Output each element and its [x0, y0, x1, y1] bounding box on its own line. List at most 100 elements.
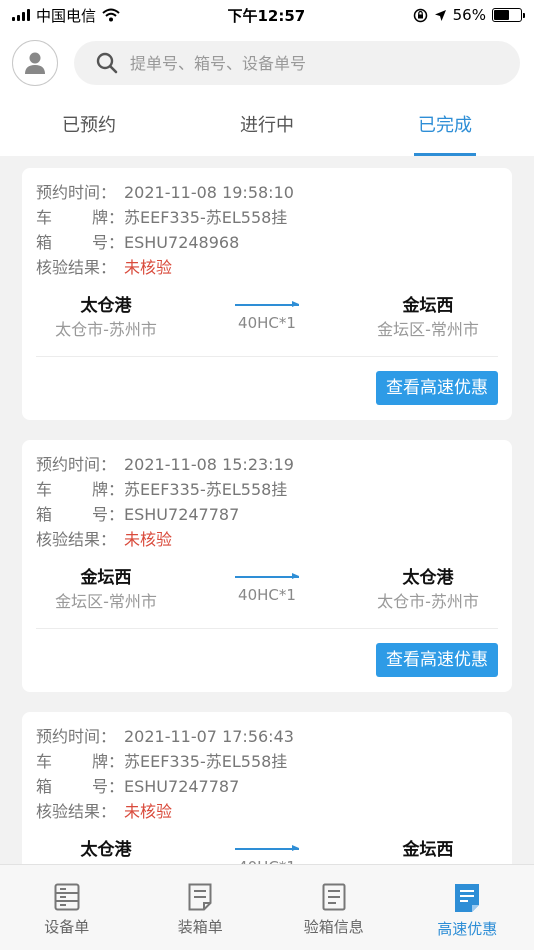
result-row: 核验结果： 未核验: [36, 527, 498, 552]
origin: 太仓港 太仓市-苏州市: [36, 838, 176, 864]
origin-city: 金坛区-常州市: [55, 592, 157, 611]
destination-city: 金坛区-常州市: [377, 320, 479, 339]
view-highway-discount-button[interactable]: 查看高速优惠: [376, 371, 498, 405]
tab-reserved[interactable]: 已预约: [0, 96, 178, 156]
avatar[interactable]: [12, 40, 58, 86]
nav-highway-discount[interactable]: 高速优惠: [401, 865, 534, 950]
plate-row: 车 牌： 苏EEF335-苏EL558挂: [36, 477, 498, 502]
result-status: 未核验: [124, 258, 173, 277]
origin: 太仓港 太仓市-苏州市: [36, 294, 176, 342]
destination: 太仓港 太仓市-苏州市: [358, 566, 498, 614]
nav-label: 装箱单: [177, 918, 223, 936]
plate-number: 苏EEF335-苏EL558挂: [124, 480, 288, 499]
button-row: 查看高速优惠: [36, 643, 498, 677]
nav-packing-list[interactable]: 装箱单: [134, 865, 268, 950]
box-label: 箱 号：: [36, 774, 124, 799]
reservation-time-label: 预约时间：: [36, 727, 117, 746]
search-input[interactable]: [130, 53, 490, 73]
nav-label: 设备单: [44, 918, 90, 936]
origin-name: 金坛西: [80, 568, 132, 588]
box-label: 箱 号：: [36, 230, 124, 255]
origin: 金坛西 金坛区-常州市: [36, 566, 176, 614]
header: [0, 30, 534, 96]
box-label-a: 箱: [36, 233, 53, 252]
reservation-time-row: 预约时间： 2021-11-07 17:56:43: [36, 724, 498, 749]
destination: 金坛西 金坛区-常州市: [358, 294, 498, 342]
box-label-b: 号：: [91, 233, 124, 252]
result-label: 核验结果：: [36, 802, 117, 821]
reservation-time-label: 预约时间：: [36, 455, 117, 474]
arrow-right-icon: [235, 844, 299, 852]
box-label-a: 箱: [36, 777, 53, 796]
box-label-b: 号：: [91, 777, 124, 796]
location-icon: [434, 9, 446, 21]
destination-name: 金坛西: [402, 840, 454, 860]
plate-label: 车 牌：: [36, 205, 124, 230]
destination-name: 金坛西: [402, 296, 454, 316]
result-row: 核验结果： 未核验: [36, 255, 498, 280]
destination-name: 太仓港: [402, 568, 454, 588]
plate-label: 车 牌：: [36, 477, 124, 502]
order-card[interactable]: 预约时间： 2021-11-08 15:23:19 车 牌： 苏EEF335-苏E…: [22, 440, 512, 692]
route: 太仓港 太仓市-苏州市 40HC*1 金坛西 金坛区-常州市: [36, 838, 498, 864]
view-highway-discount-button[interactable]: 查看高速优惠: [376, 643, 498, 677]
nav-label: 高速优惠: [437, 920, 498, 938]
document-icon: [455, 884, 480, 912]
tab-completed[interactable]: 已完成: [356, 96, 534, 156]
origin-name: 太仓港: [80, 296, 132, 316]
box-number: ESHU7248968: [124, 233, 240, 252]
plate-label-b: 牌：: [91, 208, 124, 227]
route-middle: 40HC*1: [176, 838, 358, 864]
route-middle: 40HC*1: [176, 566, 358, 604]
plate-label-b: 牌：: [91, 480, 124, 499]
nav-equipment-order[interactable]: 设备单: [0, 865, 134, 950]
signal-icon: [12, 9, 30, 21]
reservation-time: 2021-11-08 19:58:10: [124, 183, 294, 202]
arrow-right-icon: [235, 300, 299, 308]
document-icon: [188, 883, 212, 911]
search-bar[interactable]: [74, 41, 520, 85]
plate-label-a: 车: [36, 208, 53, 227]
box-label-a: 箱: [36, 505, 53, 524]
list-icon: [54, 883, 80, 911]
plate-label-a: 车: [36, 480, 53, 499]
arrow-right-icon: [235, 572, 299, 580]
order-list[interactable]: 预约时间： 2021-11-08 19:58:10 车牌： 苏EEF335-苏E…: [0, 168, 534, 864]
rotation-lock-icon: [413, 8, 427, 22]
battery-icon: [491, 8, 525, 22]
document-icon: [322, 883, 346, 911]
button-row: 查看高速优惠: [36, 371, 498, 405]
box-label: 箱 号：: [36, 502, 124, 527]
reservation-time: 2021-11-07 17:56:43: [124, 727, 294, 746]
origin-city: 太仓市-苏州市: [55, 320, 157, 339]
box-number: ESHU7247787: [124, 505, 240, 524]
wifi-icon: [102, 8, 120, 22]
result-label: 核验结果：: [36, 258, 117, 277]
result-status: 未核验: [124, 530, 173, 549]
order-card[interactable]: 预约时间： 2021-11-07 17:56:43 车 牌： 苏EEF335-苏E…: [22, 712, 512, 864]
plate-number: 苏EEF335-苏EL558挂: [124, 752, 288, 771]
nav-label: 验箱信息: [303, 918, 364, 936]
container-quantity: 40HC*1: [238, 586, 296, 604]
tab-bar: 已预约 进行中 已完成: [0, 96, 534, 156]
route: 金坛西 金坛区-常州市 40HC*1 太仓港 太仓市-苏州市: [36, 566, 498, 629]
box-row: 箱 号： ESHU7247787: [36, 774, 498, 799]
clock: 下午12:57: [227, 6, 306, 25]
nav-inspection-info[interactable]: 验箱信息: [267, 865, 401, 950]
status-bar: 中国电信 下午12:57 56%: [0, 0, 534, 30]
order-card[interactable]: 预约时间： 2021-11-08 19:58:10 车 牌： 苏EEF335-苏E…: [22, 168, 512, 420]
destination: 金坛西 金坛区-常州市: [358, 838, 498, 864]
result-label: 核验结果：: [36, 530, 117, 549]
result-row: 核验结果： 未核验: [36, 799, 498, 824]
plate-label-b: 牌：: [91, 752, 124, 771]
box-label-b: 号：: [91, 505, 124, 524]
plate-label-a: 车: [36, 752, 53, 771]
destination-city: 太仓市-苏州市: [377, 592, 479, 611]
bottom-nav: 设备单 装箱单 验箱信息 高速优惠: [0, 864, 534, 950]
plate-label: 车 牌：: [36, 749, 124, 774]
box-row: 箱 号： ESHU7247787: [36, 502, 498, 527]
container-quantity: 40HC*1: [238, 314, 296, 332]
plate-row: 车 牌： 苏EEF335-苏EL558挂: [36, 205, 498, 230]
user-icon: [25, 52, 45, 74]
tab-in-progress[interactable]: 进行中: [178, 96, 356, 156]
